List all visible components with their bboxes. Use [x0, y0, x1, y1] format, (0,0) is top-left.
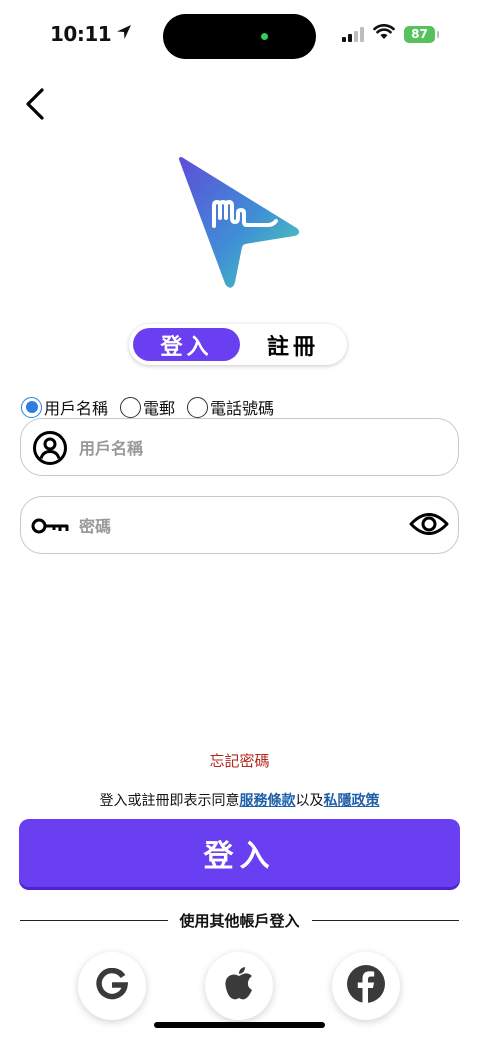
facebook-login-button[interactable]: [332, 952, 400, 1020]
battery-level: 87: [411, 27, 428, 41]
wifi-icon: [373, 24, 395, 44]
clock: 10:11: [50, 22, 112, 46]
radio-selected-icon: [21, 396, 42, 418]
location-arrow-icon: [115, 22, 133, 46]
privacy-policy-link[interactable]: 私隱政策: [324, 793, 380, 809]
status-time: 10:11: [50, 22, 133, 46]
eye-icon: [409, 511, 449, 541]
show-password-button[interactable]: [408, 509, 450, 543]
radio-username[interactable]: 用戶名稱: [21, 395, 108, 419]
cellular-signal-icon: [342, 26, 364, 42]
other-login-label: 使用其他帳戶登入: [179, 911, 300, 930]
password-input[interactable]: [79, 511, 409, 541]
auth-tab-switcher: 登入 註冊: [129, 324, 347, 365]
radio-unselected-icon: [187, 396, 209, 418]
key-icon: [31, 507, 69, 545]
status-indicators: 87: [342, 24, 439, 44]
apple-icon: [223, 966, 255, 1006]
battery-icon: 87: [404, 25, 439, 43]
login-button[interactable]: 登入: [19, 819, 460, 887]
login-method-selector: 用戶名稱 電郵 電話號碼: [21, 395, 286, 419]
home-indicator: [154, 1022, 325, 1028]
radio-label-email: 電郵: [143, 399, 176, 418]
radio-label-phone: 電話號碼: [210, 399, 275, 418]
camera-indicator-icon: [261, 33, 268, 40]
dynamic-island: [163, 14, 316, 59]
tab-login[interactable]: 登入: [133, 328, 240, 361]
google-login-button[interactable]: [78, 952, 146, 1020]
radio-unselected-icon: [120, 396, 142, 418]
username-field[interactable]: [20, 418, 459, 476]
divider-line: [20, 919, 168, 921]
radio-phone[interactable]: 電話號碼: [187, 395, 274, 419]
app-logo: [178, 156, 302, 290]
password-field[interactable]: [20, 496, 459, 554]
divider-line: [311, 919, 460, 921]
google-icon: [96, 967, 129, 1004]
radio-email[interactable]: 電郵: [120, 395, 175, 419]
tab-register[interactable]: 註冊: [243, 328, 343, 361]
forgot-password-link[interactable]: 忘記密碼: [0, 750, 479, 771]
terms-prefix: 登入或註冊即表示同意: [99, 793, 240, 809]
terms-connector: 以及: [295, 793, 324, 809]
apple-login-button[interactable]: [205, 952, 273, 1020]
username-input[interactable]: [79, 433, 409, 463]
user-icon: [31, 429, 69, 467]
chevron-left-icon: [24, 87, 46, 125]
terms-of-service-link[interactable]: 服務條款: [240, 793, 296, 809]
terms-notice: 登入或註冊即表示同意服務條款以及私隱政策: [0, 790, 479, 810]
other-login-divider: 使用其他帳戶登入: [20, 908, 460, 932]
facebook-icon: [346, 964, 386, 1008]
radio-label-username: 用戶名稱: [44, 399, 109, 418]
back-button[interactable]: [20, 86, 50, 126]
